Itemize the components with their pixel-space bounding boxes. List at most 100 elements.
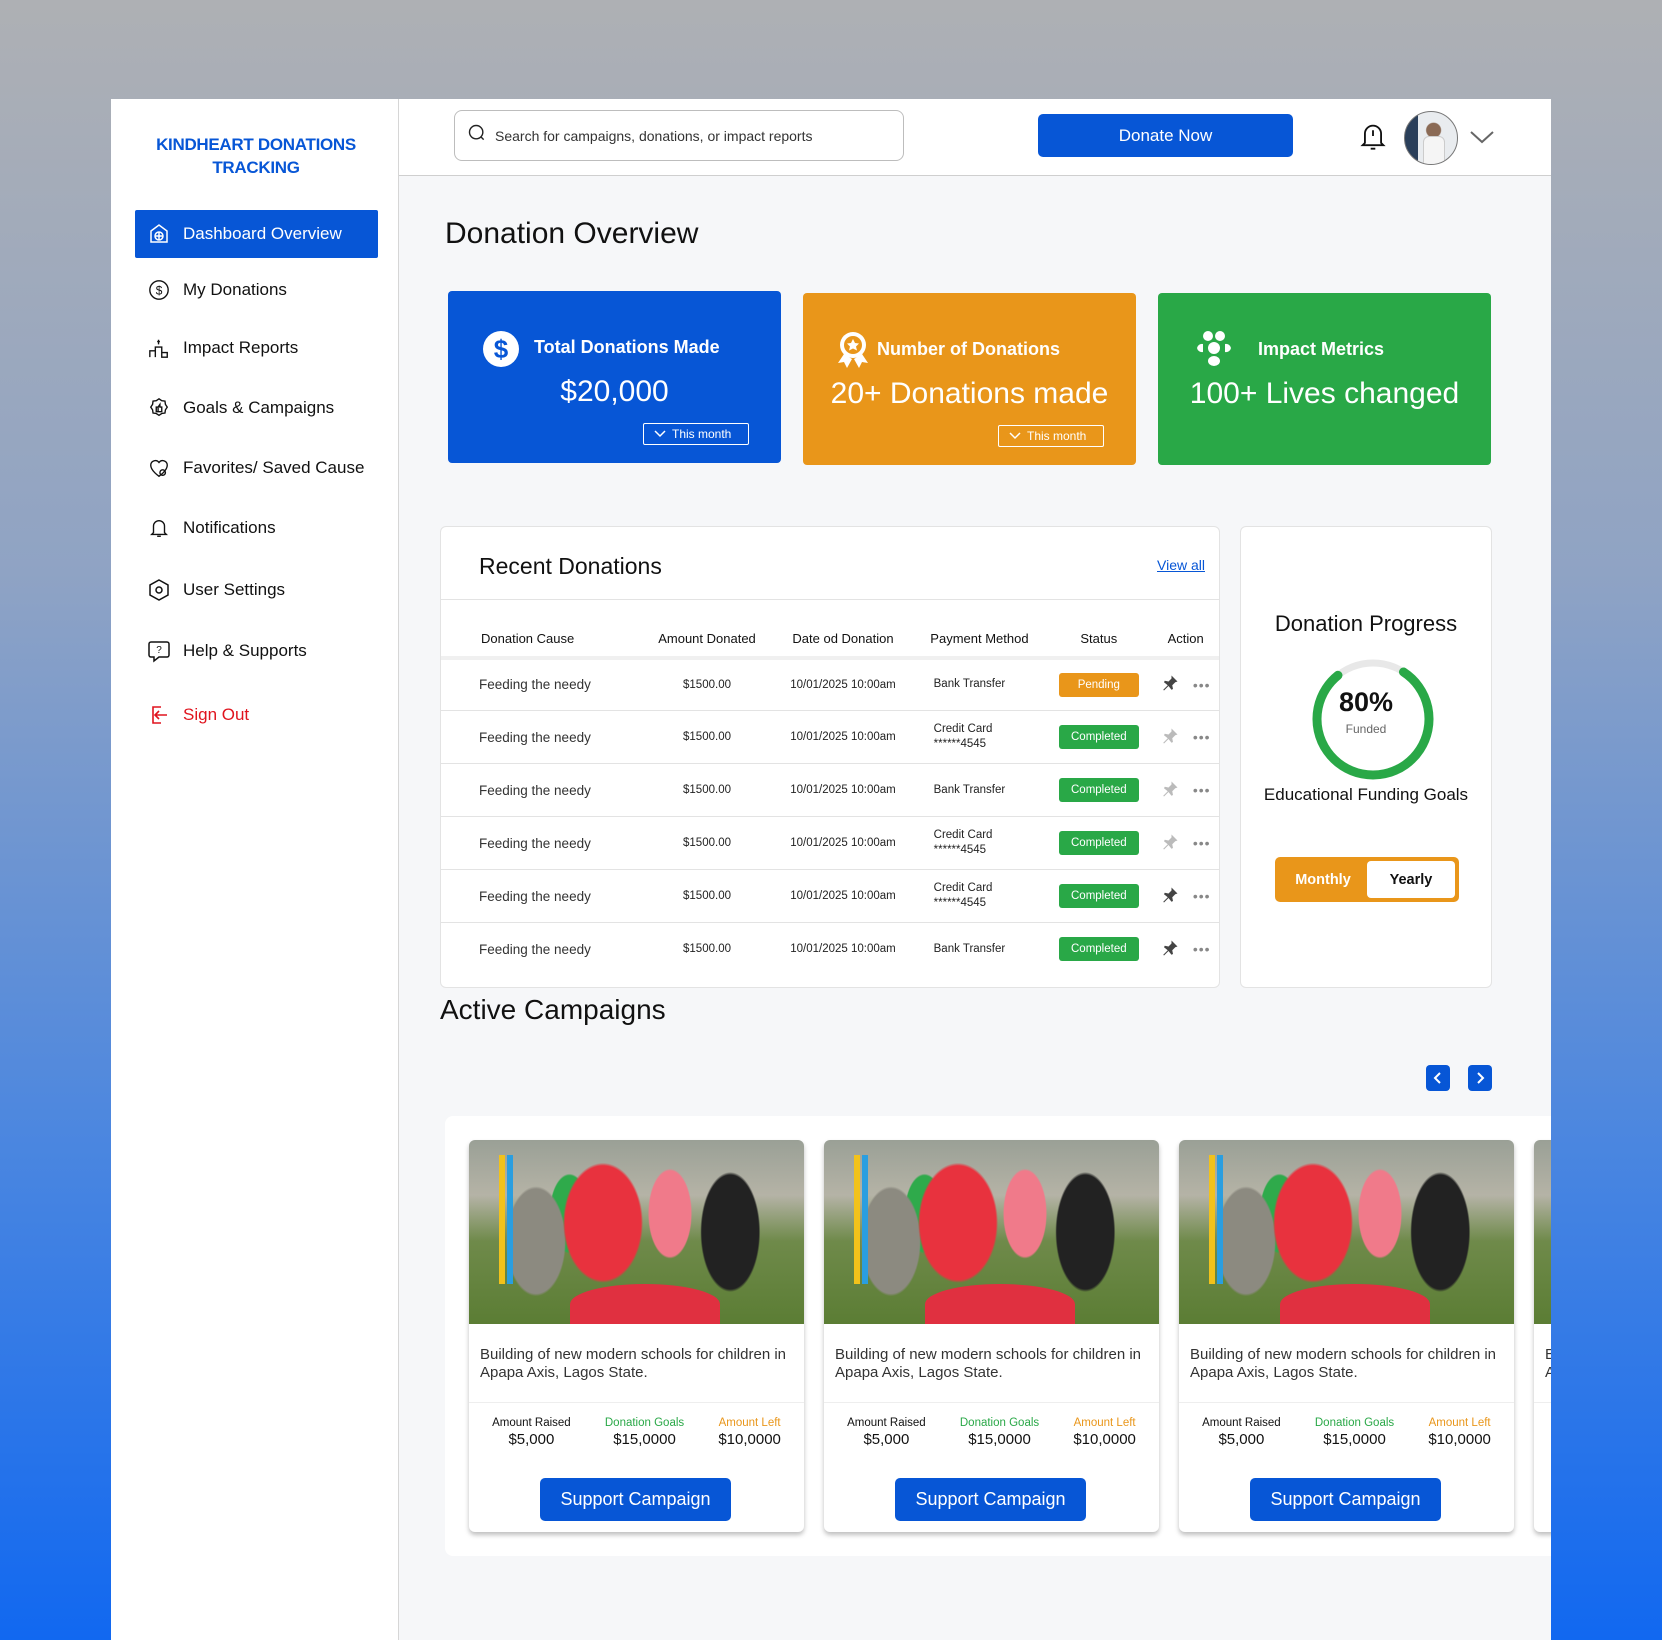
sidebar-item-my-donations[interactable]: $ My Donations xyxy=(135,266,378,314)
column-header: Date od Donation xyxy=(772,599,914,660)
pin-icon[interactable] xyxy=(1161,727,1179,748)
date-cell: 10/01/2025 10:00am xyxy=(772,763,914,817)
settings-icon xyxy=(147,578,171,602)
status-cell: Pending xyxy=(1045,657,1153,711)
status-cell: Completed xyxy=(1045,869,1153,923)
support-campaign-button[interactable]: Support Campaign xyxy=(540,1478,731,1521)
sidebar-item-user-settings[interactable]: User Settings xyxy=(135,566,378,614)
chevron-down-icon xyxy=(1009,429,1021,443)
period-label: This month xyxy=(1027,429,1087,443)
view-all-link[interactable]: View all xyxy=(1157,557,1205,573)
section-title: Donation Progress xyxy=(1274,611,1458,636)
status-badge: Completed xyxy=(1058,831,1139,855)
carousel-prev-button[interactable] xyxy=(1426,1065,1450,1091)
community-icon xyxy=(1195,330,1233,373)
sidebar-item-help-supports[interactable]: ? Help & Supports xyxy=(135,627,378,675)
stat-card-impact-metrics: Impact Metrics 100+ Lives changed xyxy=(1158,293,1491,465)
carousel-next-button[interactable] xyxy=(1468,1065,1492,1091)
stat-card-total-donations: $ Total Donations Made $20,000 This mont… xyxy=(448,291,781,463)
search-input[interactable] xyxy=(495,127,885,144)
campaign-card: Building of new modern schools for child… xyxy=(1179,1140,1514,1532)
pin-icon[interactable] xyxy=(1161,886,1179,907)
chevron-down-icon[interactable] xyxy=(1469,129,1495,150)
sign-out-button[interactable]: Sign Out xyxy=(135,691,378,739)
donate-now-button[interactable]: Donate Now xyxy=(1038,114,1293,157)
column-header: Status xyxy=(1045,599,1153,660)
more-options-icon[interactable]: ••• xyxy=(1193,888,1211,904)
sidebar-item-label: Help & Supports xyxy=(183,641,307,660)
method: Bank Transfer xyxy=(933,678,1006,691)
date-cell: 10/01/2025 10:00am xyxy=(772,710,914,764)
period-dropdown[interactable]: This month xyxy=(643,423,749,445)
status-cell: Completed xyxy=(1045,923,1152,976)
stat-label: Number of Donations xyxy=(877,339,1060,359)
more-options-icon[interactable]: ••• xyxy=(1193,677,1211,693)
campaign-photo xyxy=(824,1140,1159,1324)
stat-value: $20,000 xyxy=(560,375,669,408)
campaign-description: Building of new modern schools for child… xyxy=(469,1324,804,1403)
period-label: This month xyxy=(672,427,732,441)
action-cell: ••• xyxy=(1152,816,1219,870)
period-dropdown[interactable]: This month xyxy=(998,425,1104,447)
pin-icon[interactable] xyxy=(1161,939,1179,960)
action-cell: ••• xyxy=(1152,869,1219,923)
cause-cell: Feeding the needy xyxy=(441,816,642,870)
pin-icon[interactable] xyxy=(1161,780,1179,801)
sidebar-item-goals-campaigns[interactable]: Goals & Campaigns xyxy=(135,384,378,432)
stat-value: 20+ Donations made xyxy=(830,377,1109,410)
toggle-yearly[interactable]: Yearly xyxy=(1367,861,1455,898)
donation-goal: Donation Goals $15,0000 xyxy=(604,1417,685,1448)
campaign-card: Building of new modern schools for child… xyxy=(824,1140,1159,1532)
campaign-photo xyxy=(469,1140,804,1324)
card-number: ******4545 xyxy=(933,897,987,909)
chevron-down-icon xyxy=(654,427,666,441)
campaign-description: Building of new modern schools for child… xyxy=(824,1324,1159,1403)
action-cell: ••• xyxy=(1152,710,1219,764)
payment-method-cell: Bank Transfer xyxy=(913,657,1046,711)
funded-label: Funded xyxy=(1345,722,1387,736)
method: Credit Card xyxy=(933,723,993,735)
section-title: Recent Donations xyxy=(479,553,662,579)
sidebar-item-dashboard-overview[interactable]: Dashboard Overview xyxy=(135,210,378,258)
amount-cell: $1500.00 xyxy=(641,816,773,870)
method: Credit Card xyxy=(933,829,993,841)
help-chat-icon: ? xyxy=(147,639,171,663)
more-options-icon[interactable]: ••• xyxy=(1193,941,1211,957)
more-options-icon[interactable]: ••• xyxy=(1193,782,1211,798)
stat-label: Impact Metrics xyxy=(1258,339,1385,359)
support-campaign-button[interactable]: Support Campaign xyxy=(1250,1478,1441,1521)
notification-bell-icon[interactable] xyxy=(1359,121,1387,156)
date-cell: 10/01/2025 10:00am xyxy=(772,869,914,923)
toggle-monthly[interactable]: Monthly xyxy=(1279,861,1367,898)
search-bar[interactable] xyxy=(454,110,904,161)
more-options-icon[interactable]: ••• xyxy=(1193,835,1211,851)
campaign-card: Building of new modern schools for child… xyxy=(1534,1140,1551,1532)
svg-text:$: $ xyxy=(156,284,163,298)
pin-icon[interactable] xyxy=(1161,674,1179,695)
sidebar-item-label: Favorites/ Saved Cause xyxy=(183,458,365,477)
sidebar-item-notifications[interactable]: Notifications xyxy=(135,504,378,552)
pin-icon[interactable] xyxy=(1161,833,1179,854)
payment-method-cell: Credit Card ******4545 xyxy=(913,816,1046,870)
cause-cell: Feeding the needy xyxy=(441,710,642,764)
column-header: Action xyxy=(1152,599,1219,660)
status-badge: Pending xyxy=(1058,672,1139,697)
award-icon xyxy=(835,330,871,375)
more-options-icon[interactable]: ••• xyxy=(1193,729,1211,745)
action-cell: ••• xyxy=(1152,763,1219,817)
dashboard-icon xyxy=(147,222,171,246)
heart-icon xyxy=(147,456,171,480)
support-campaign-button[interactable]: Support Campaign xyxy=(895,1478,1086,1521)
sidebar-item-impact-reports[interactable]: Impact Reports xyxy=(135,324,378,372)
card-number: ******4545 xyxy=(933,738,987,750)
svg-text:?: ? xyxy=(156,645,162,656)
table-row: Feeding the needy $1500.00 10/01/2025 10… xyxy=(441,816,1219,870)
podium-icon xyxy=(147,336,171,360)
user-avatar[interactable] xyxy=(1404,111,1458,165)
sidebar-item-favorites[interactable]: Favorites/ Saved Cause xyxy=(135,444,378,492)
stat-value: 100+ Lives changed xyxy=(1189,377,1460,410)
chevron-left-icon xyxy=(1433,1072,1441,1084)
campaign-photo xyxy=(1179,1140,1514,1324)
donations-table: Donation Cause Amount Donated Date od Do… xyxy=(441,599,1219,976)
amount-cell: $1500.00 xyxy=(641,657,773,711)
